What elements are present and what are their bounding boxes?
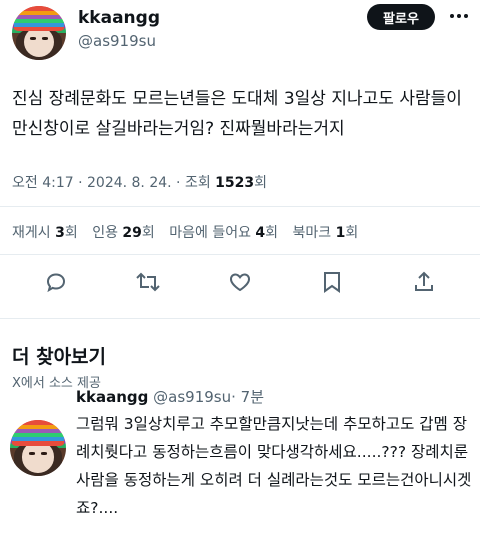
- like-icon[interactable]: [226, 268, 254, 296]
- reply-icon[interactable]: [42, 268, 70, 296]
- discover-more-title: 더 찾아보기: [12, 346, 107, 368]
- display-name[interactable]: kkaangg: [78, 8, 160, 28]
- bookmark-icon[interactable]: [318, 268, 346, 296]
- tweet-timestamp[interactable]: 오전 4:17 · 2024. 8. 24. · 조회: [12, 175, 215, 191]
- reply-header: kkaangg @as919su· 7분: [76, 386, 264, 407]
- reply-text: 그럼뭐 3일상치루고 추모할만큼지낫는데 추모하고도 갑멤 장례치뤗다고 동정하…: [76, 415, 472, 517]
- action-bar: [0, 268, 480, 302]
- reply-display-name[interactable]: kkaangg: [76, 388, 148, 406]
- reply-time[interactable]: · 7분: [231, 388, 264, 406]
- view-count: 1523: [215, 175, 255, 191]
- more-options-icon[interactable]: [446, 6, 472, 26]
- view-count-unit: 회: [254, 175, 268, 191]
- divider: [0, 318, 480, 319]
- divider: [0, 254, 480, 255]
- retweets-stat[interactable]: 재게시 3회: [12, 225, 78, 241]
- quotes-stat[interactable]: 인용 29회: [92, 225, 155, 241]
- share-icon[interactable]: [410, 268, 438, 296]
- tweet-meta: 오전 4:17 · 2024. 8. 24. · 조회 1523회: [12, 172, 267, 192]
- reply-avatar[interactable]: [10, 420, 66, 476]
- user-handle[interactable]: @as919su: [78, 32, 156, 50]
- avatar[interactable]: [12, 6, 66, 60]
- divider: [0, 206, 480, 207]
- follow-button[interactable]: 팔로우: [367, 4, 435, 30]
- likes-stat[interactable]: 마음에 들어요 4회: [169, 225, 278, 241]
- retweet-icon[interactable]: [134, 268, 162, 296]
- reply-handle[interactable]: @as919su: [153, 388, 231, 406]
- tweet-text: 진심 장례문화도 모르는년들은 도대체 3일상 지나고도 사람들이 만신창이로 …: [12, 89, 462, 139]
- bookmarks-stat[interactable]: 북마크 1회: [293, 225, 359, 241]
- engagement-stats: 재게시 3회 인용 29회 마음에 들어요 4회 북마크 1회: [12, 222, 368, 242]
